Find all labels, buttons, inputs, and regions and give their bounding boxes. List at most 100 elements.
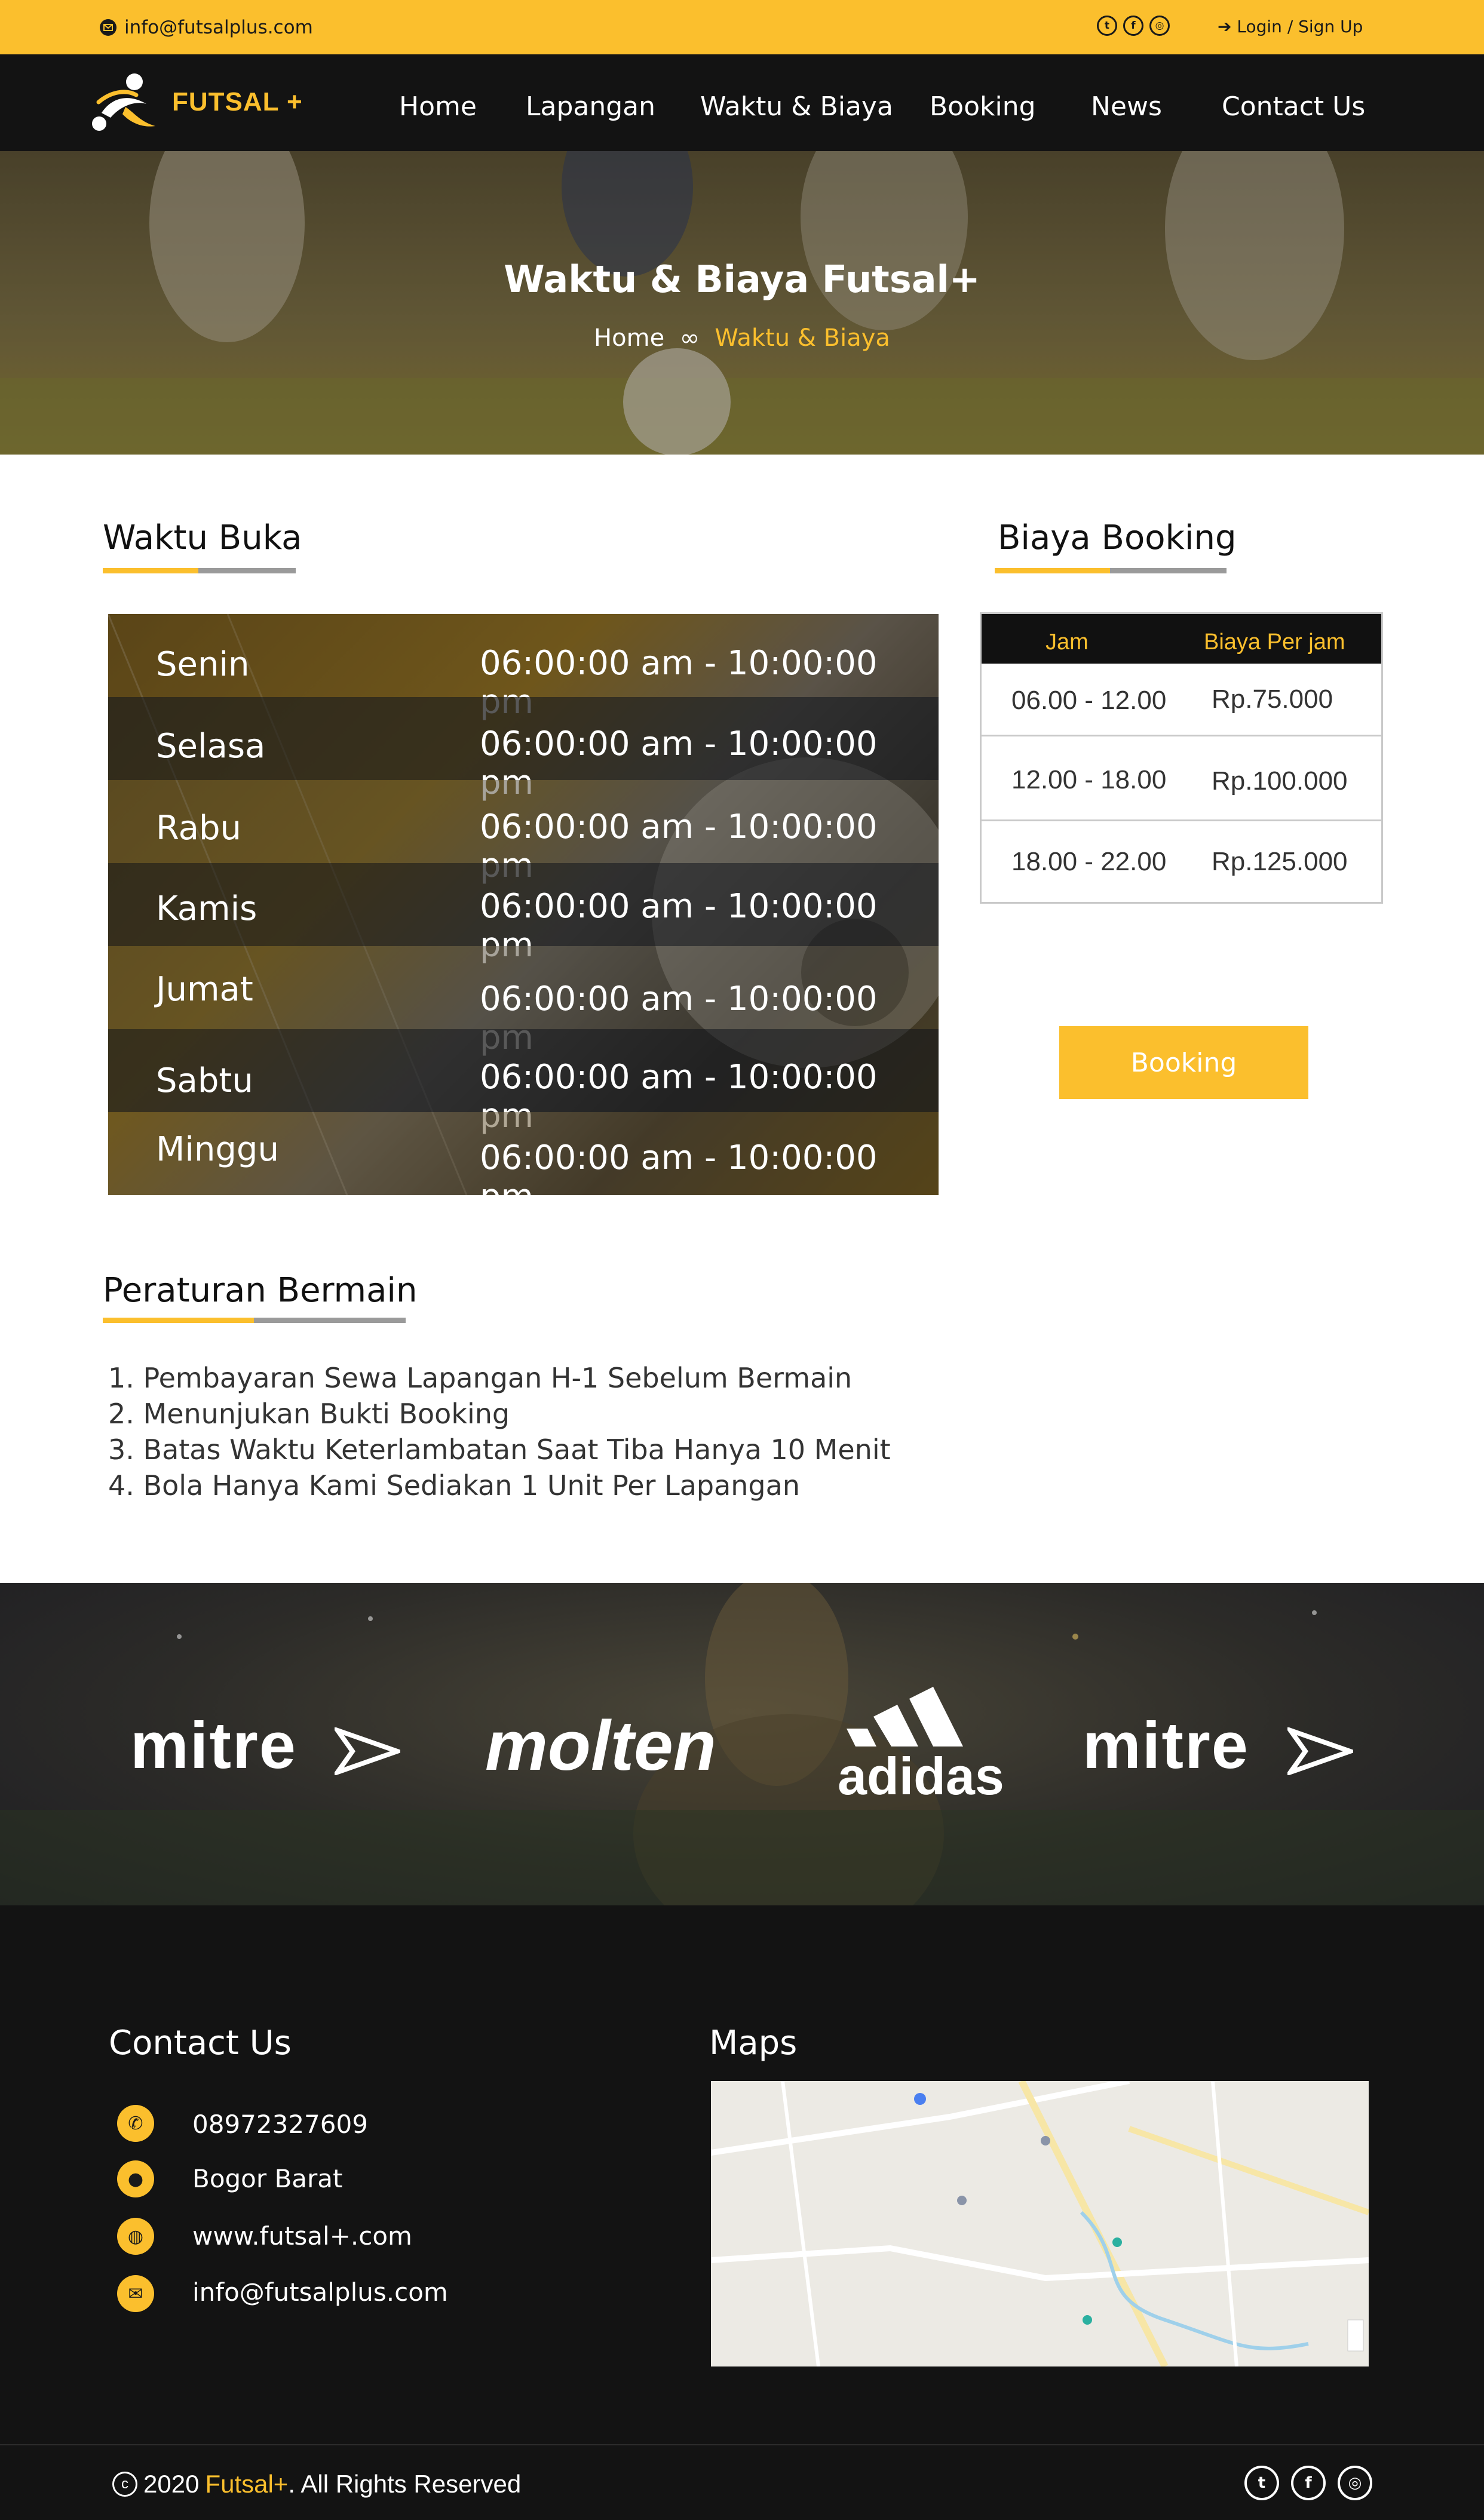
hero-title: Waktu & Biaya Futsal+ [504, 257, 980, 301]
pricing-row-divider [982, 819, 1381, 821]
rules-list: 1. Pembayaran Sewa Lapangan H-1 Sebelum … [108, 1360, 891, 1503]
schedule-day: Minggu [156, 1130, 279, 1169]
pricing-cell-biaya: Rp.100.000 [1212, 766, 1348, 796]
rule-item: 1. Pembayaran Sewa Lapangan H-1 Sebelum … [108, 1362, 853, 1394]
pricing-title-underline-accent [995, 568, 1110, 573]
schedule-row: Jumat 06:00:00 am - 10:00:00 pm [108, 946, 939, 1057]
rule-item: 2. Menunjukan Bukti Booking [108, 1398, 510, 1430]
signup-link[interactable]: / Sign Up [1287, 17, 1363, 36]
schedule-row: Kamis 06:00:00 am - 10:00:00 pm [108, 863, 939, 965]
topbar-email[interactable]: info@futsalplus.com [99, 17, 313, 38]
schedule-row: Selasa 06:00:00 am - 10:00:00 pm [108, 697, 939, 802]
logo-icon [92, 73, 155, 131]
mail-icon: ✉ [117, 2275, 154, 2312]
schedule-day: Sabtu [156, 1061, 253, 1100]
hero-overlay [0, 151, 1484, 455]
instagram-icon[interactable]: ◎ [1338, 2466, 1372, 2500]
nav-lapangan[interactable]: Lapangan [526, 91, 655, 122]
top-bar: info@futsalplus.com t f ◎ ➔ Login / Sign… [0, 0, 1484, 54]
schedule-row: Minggu 06:00:00 am - 10:00:00 pm [108, 1112, 939, 1195]
footer-contact-title: Contact Us [109, 2024, 292, 2062]
pricing-cell-biaya: Rp.125.000 [1212, 847, 1348, 876]
copyright: c 2020 Futsal+. All Rights Reserved [112, 2470, 521, 2498]
schedule-row: Rabu 06:00:00 am - 10:00:00 pm [108, 780, 939, 885]
schedule-day: Senin [156, 645, 250, 684]
map-image [711, 2081, 1369, 2366]
nav-booking[interactable]: Booking [930, 91, 1036, 122]
pricing-row-divider [982, 735, 1381, 736]
facebook-icon[interactable]: f [1123, 16, 1143, 36]
mitre-arrow-icon [1287, 1727, 1353, 1775]
topbar-email-text: info@futsalplus.com [124, 17, 313, 38]
schedule-table: Senin 06:00:00 am - 10:00:00 pm Selasa 0… [108, 614, 939, 1195]
contact-email-text: info@futsalplus.com [192, 2277, 448, 2307]
rules-title-underline-accent [103, 1318, 254, 1323]
navbar: FUTSAL + Home Lapangan Waktu & Biaya Boo… [0, 54, 1484, 151]
contact-website[interactable]: ◍ www.futsal+.com [117, 2218, 412, 2255]
pricing-table-header: Jam Biaya Per jam [982, 614, 1381, 664]
breadcrumb-home[interactable]: Home [594, 324, 664, 352]
globe-icon: ◍ [117, 2218, 154, 2255]
schedule-day: Rabu [156, 809, 242, 848]
twitter-icon[interactable]: t [1244, 2466, 1279, 2500]
rules-title-underline [254, 1318, 406, 1323]
copyright-icon: c [112, 2472, 137, 2497]
booking-button[interactable]: Booking [1059, 1026, 1308, 1099]
phone-icon: ✆ [117, 2105, 154, 2142]
footer-maps-title: Maps [709, 2024, 798, 2062]
rule-item: 4. Bola Hanya Kami Sediakan 1 Unit Per L… [108, 1469, 800, 1502]
login-link[interactable]: Login [1237, 17, 1282, 36]
schedule-row: Sabtu 06:00:00 am - 10:00:00 pm [108, 1029, 939, 1135]
pricing-cell-jam: 12.00 - 18.00 [1011, 765, 1167, 794]
sponsor-mitre-logo: mitre [130, 1709, 297, 1782]
breadcrumb: Home ∞ Waktu & Biaya [0, 324, 1484, 352]
breadcrumb-current: Waktu & Biaya [715, 324, 890, 352]
instagram-icon[interactable]: ◎ [1149, 16, 1170, 36]
map-embed[interactable] [711, 2081, 1369, 2366]
logo[interactable]: FUTSAL + [90, 71, 303, 133]
pricing-cell-biaya: Rp.75.000 [1212, 685, 1333, 714]
contact-location[interactable]: ● Bogor Barat [117, 2160, 343, 2197]
login-icon: ➔ [1218, 17, 1232, 36]
contact-phone[interactable]: ✆ 08972327609 [117, 2105, 368, 2142]
topbar-social: t f ◎ [1097, 16, 1170, 36]
pricing-header-biaya: Biaya Per jam [1204, 630, 1345, 655]
auth-links: ➔ Login / Sign Up [1218, 17, 1363, 36]
schedule-title-underline-accent [103, 568, 198, 573]
schedule-title-underline [198, 568, 296, 573]
pricing-title-underline [1110, 568, 1227, 573]
nav-contact-us[interactable]: Contact Us [1222, 91, 1365, 122]
copyright-year: 2020 [143, 2470, 200, 2498]
sponsor-mitre-logo: mitre [1083, 1709, 1249, 1782]
contact-email[interactable]: ✉ info@futsalplus.com [117, 2275, 448, 2312]
sponsor-molten-logo: molten [485, 1706, 716, 1785]
nav-home[interactable]: Home [399, 91, 477, 122]
sponsors-banner: mitre molten adidas mitre [0, 1583, 1484, 1905]
pricing-cell-jam: 06.00 - 12.00 [1011, 686, 1167, 715]
location-icon: ● [117, 2160, 154, 2197]
nav-waktu-biaya[interactable]: Waktu & Biaya [700, 91, 893, 122]
schedule-title: Waktu Buka [103, 518, 302, 557]
pricing-header-jam: Jam [1045, 630, 1089, 655]
adidas-stripes-icon [847, 1687, 963, 1746]
nav-news[interactable]: News [1091, 91, 1162, 122]
copyright-rest: . All Rights Reserved [288, 2470, 522, 2498]
footer-social: t f ◎ [1244, 2466, 1372, 2500]
rule-item: 3. Batas Waktu Keterlambatan Saat Tiba H… [108, 1434, 891, 1466]
rules-title: Peraturan Bermain [103, 1271, 418, 1310]
sponsor-adidas-logo: adidas [838, 1746, 1004, 1806]
schedule-row: Senin 06:00:00 am - 10:00:00 pm [108, 614, 939, 722]
copyright-brand[interactable]: Futsal+ [205, 2470, 288, 2498]
logo-text: FUTSAL + [172, 87, 303, 116]
schedule-time: 06:00:00 am - 10:00:00 pm [480, 1138, 878, 1195]
footer-divider [0, 2444, 1484, 2445]
pricing-cell-jam: 18.00 - 22.00 [1011, 847, 1167, 876]
contact-location-text: Bogor Barat [192, 2164, 343, 2193]
contact-phone-text: 08972327609 [192, 2110, 368, 2139]
breadcrumb-separator-icon: ∞ [672, 324, 707, 352]
pricing-table: Jam Biaya Per jam 06.00 - 12.00 Rp.75.00… [980, 612, 1383, 904]
contact-website-text: www.futsal+.com [192, 2221, 412, 2251]
schedule-day: Jumat [156, 970, 253, 1009]
twitter-icon[interactable]: t [1097, 16, 1117, 36]
facebook-icon[interactable]: f [1291, 2466, 1326, 2500]
